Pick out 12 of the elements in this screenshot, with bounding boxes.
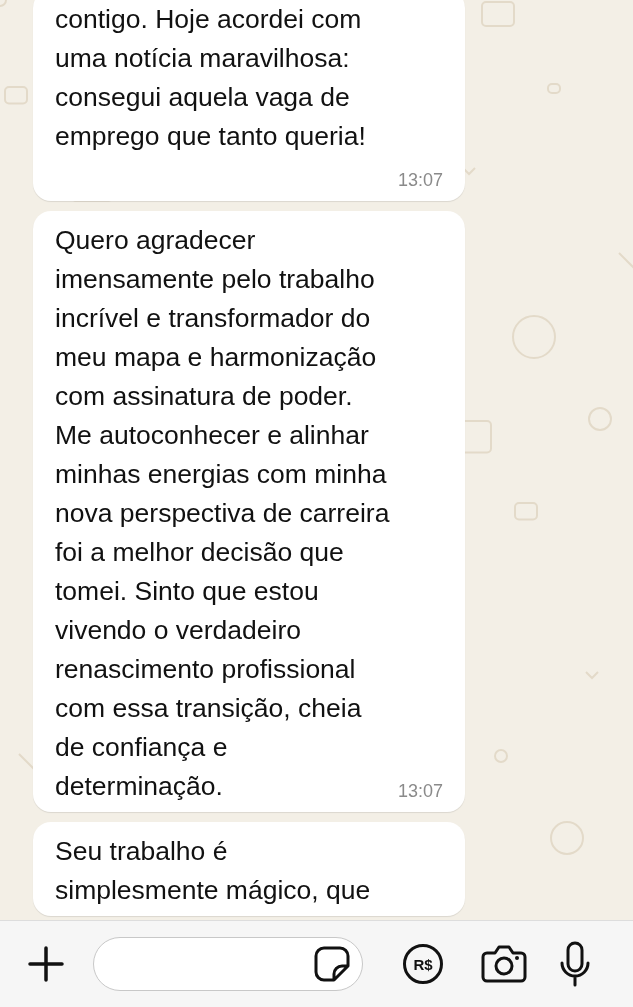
camera-icon[interactable]	[481, 945, 527, 983]
message-input[interactable]	[93, 937, 363, 991]
message-text: Seu trabalho é simplesmente mágico, que	[55, 836, 371, 905]
payment-button[interactable]: R$	[403, 944, 443, 984]
add-button[interactable]	[26, 944, 66, 984]
sticker-icon[interactable]	[314, 946, 350, 982]
message-text: contigo. Hoje acordei com uma notícia maravilhosa: consegui aquela vaga de emprego que tanto queria!	[55, 4, 366, 151]
message-time: 13:07	[397, 170, 443, 191]
plus-icon	[26, 944, 66, 984]
message-text: Quero agradecer imensamente pelo trabalho incrível e transformador do meu mapa e harmonização com assinatura de poder. Me autoconhecer e alinhar minhas energias com minha nova perspectiva de carreira foi a melhor decisão que tomei. Sinto que estou vivendo o verdadeiro renascimento profissional com essa transição, cheia de confiança e determinação.	[55, 225, 390, 801]
microphone-icon[interactable]	[559, 941, 591, 987]
message-time: 13:07	[397, 781, 443, 802]
